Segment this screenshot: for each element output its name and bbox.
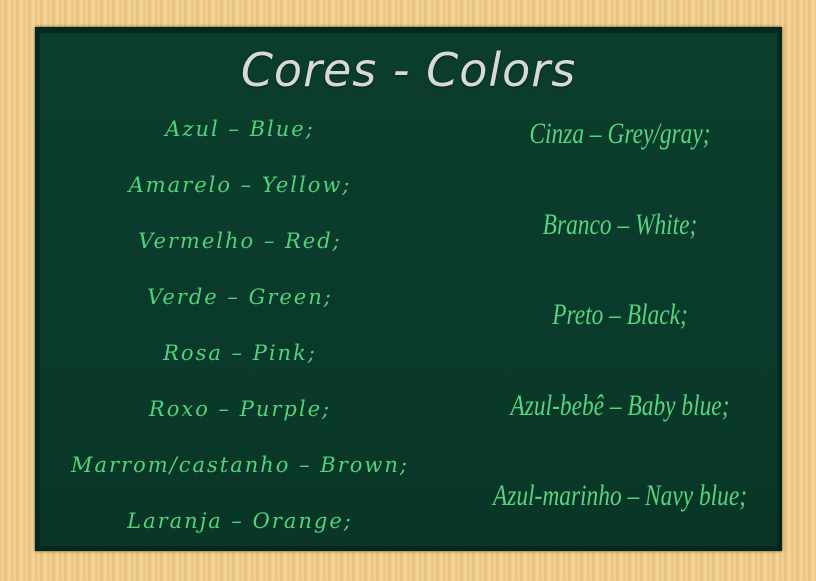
list-item: Azul – Blue; — [165, 117, 315, 141]
right-column: Cinza – Grey/gray; Branco – White; Preto… — [440, 117, 800, 570]
list-item: Preto – Black; — [552, 298, 688, 331]
list-item: Cinza – Grey/gray; — [529, 117, 711, 150]
list-item: Rosa – Pink; — [163, 341, 317, 365]
chalkboard-surface: Cores - Colors Azul – Blue; Amarelo – Ye… — [40, 33, 777, 546]
list-item: Verde – Green; — [147, 285, 333, 309]
list-item: Azul-marinho – Navy blue; — [492, 479, 748, 512]
list-item: Laranja – Orange; — [127, 509, 353, 533]
list-item: Amarelo – Yellow; — [128, 173, 352, 197]
page-title: Cores - Colors — [240, 43, 577, 97]
list-item: Azul-bebê – Baby blue; — [510, 388, 730, 422]
left-column: Azul – Blue; Amarelo – Yellow; Vermelho … — [40, 117, 440, 565]
list-item: Vermelho – Red; — [138, 229, 342, 253]
chalkboard: Cores - Colors Azul – Blue; Amarelo – Ye… — [35, 27, 782, 551]
list-item: Roxo – Purple; — [148, 397, 332, 421]
list-item: Branco – White; — [542, 207, 698, 241]
list-item: Marrom/castanho – Brown; — [71, 453, 409, 477]
